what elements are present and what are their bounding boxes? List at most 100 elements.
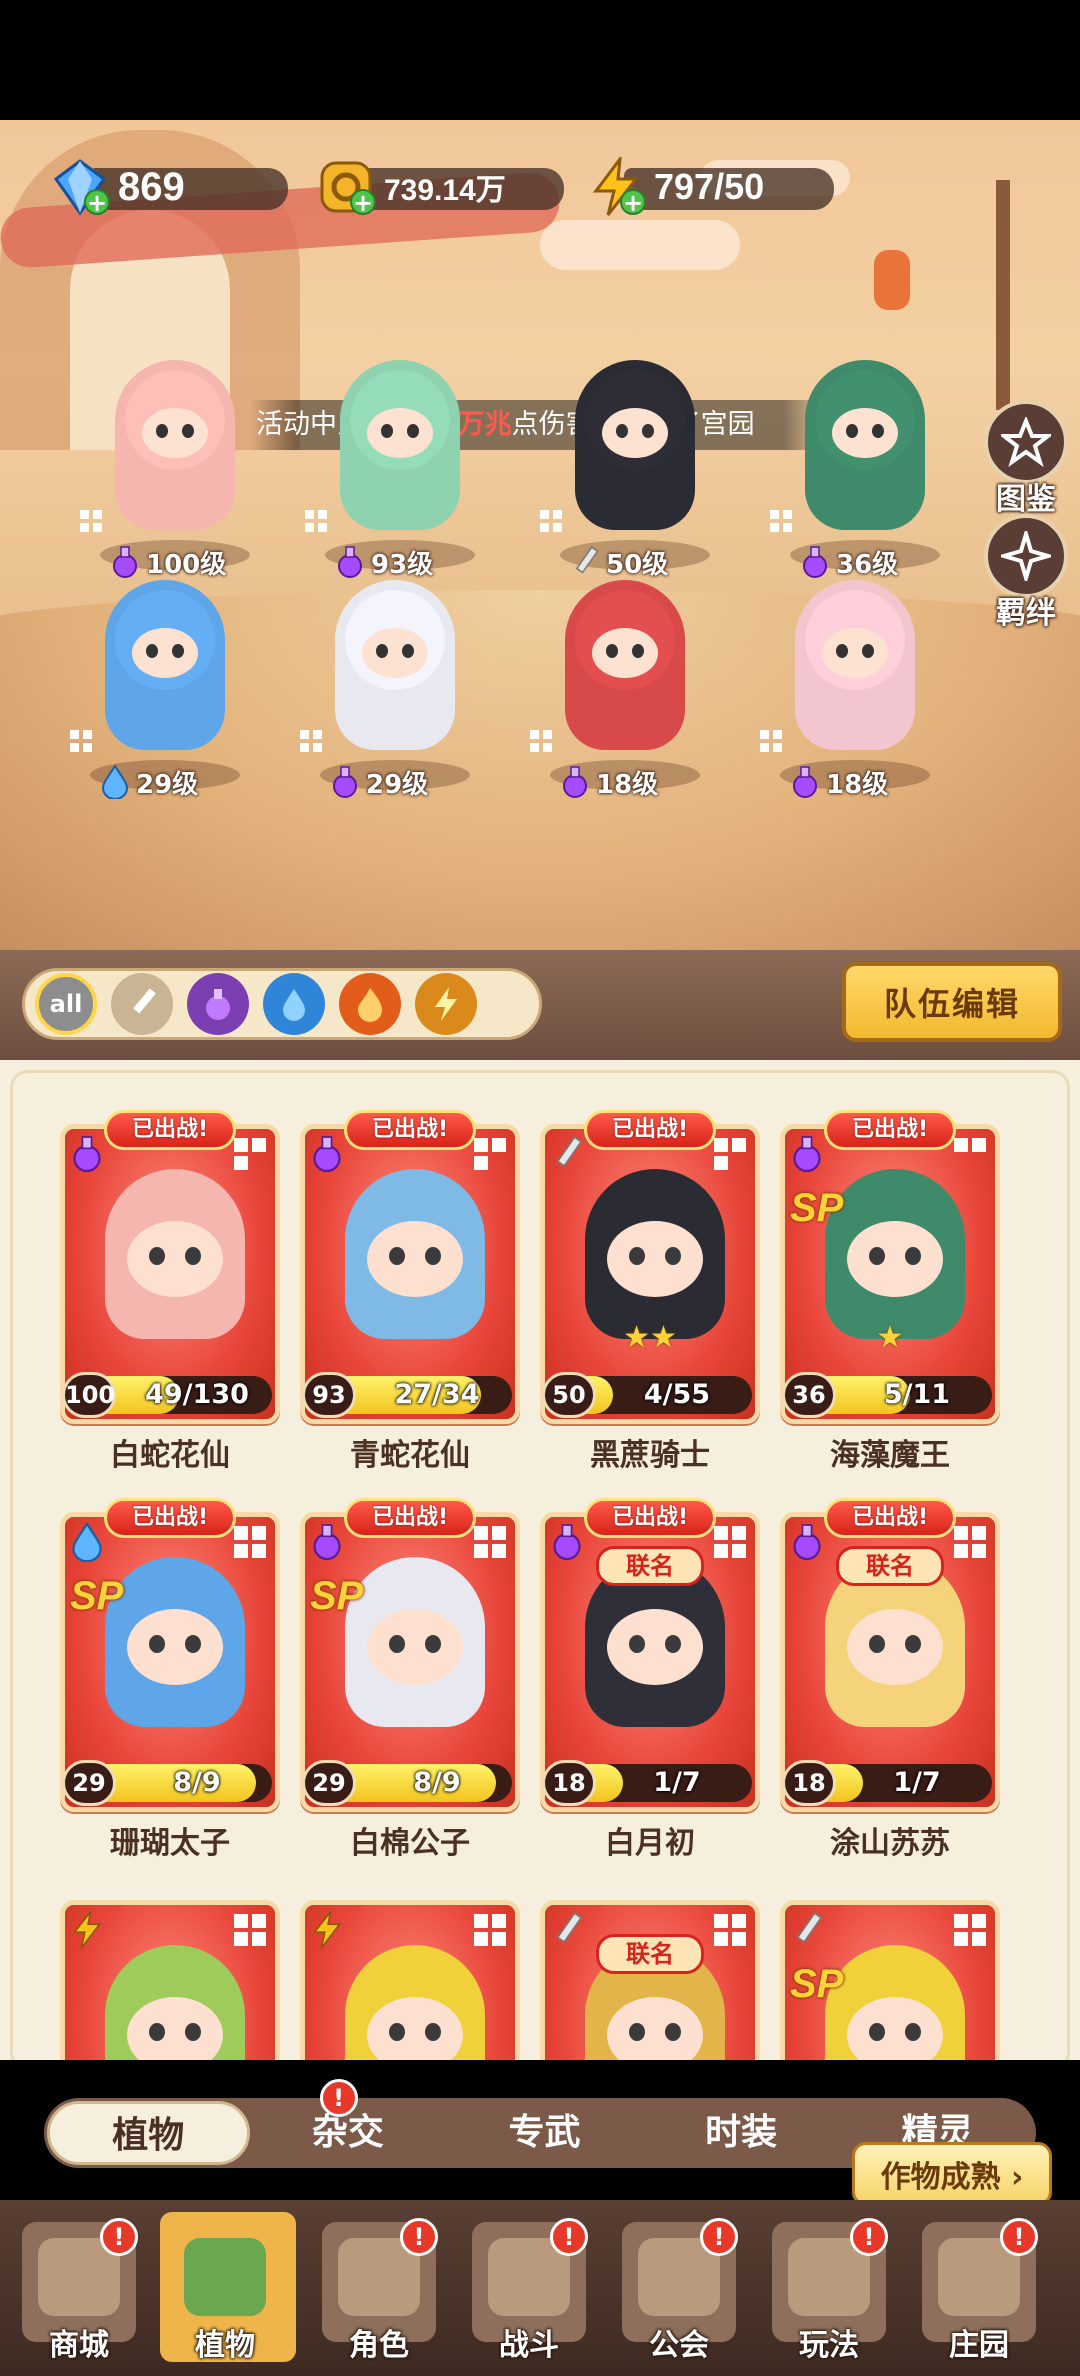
alert-badge-icon: !: [700, 2218, 738, 2256]
plant-level: 29: [62, 1760, 116, 1806]
thunder-element-icon: [70, 1910, 104, 1950]
plant-card[interactable]: 已出战! 49/130 100 白蛇花仙: [60, 1110, 280, 1473]
hero-face: [132, 628, 198, 678]
hero-level-text: 29级: [366, 769, 429, 800]
field-hero[interactable]: 100级: [70, 360, 270, 580]
add-energy-icon[interactable]: +: [620, 189, 646, 215]
field-hero[interactable]: 29级: [290, 580, 490, 800]
plant-card[interactable]: [60, 1900, 280, 2060]
filter-sword[interactable]: [111, 973, 173, 1035]
purple-element-icon: [560, 765, 590, 799]
plant-level: 29: [302, 1760, 356, 1806]
plant-name: 涂山苏苏: [830, 1826, 950, 1861]
team-edit-button[interactable]: 队伍编辑: [842, 962, 1062, 1042]
water-element-icon: [100, 764, 130, 800]
field-hero[interactable]: 29级: [60, 580, 260, 800]
plant-card[interactable]: [300, 1900, 520, 2060]
hero-eye: [846, 424, 858, 438]
nav-item[interactable]: 公会 !: [614, 2212, 744, 2372]
purple-element-icon: [310, 1522, 344, 1562]
field-hero[interactable]: 50级: [530, 360, 730, 580]
field-hero[interactable]: 36级: [760, 360, 960, 580]
hero-eye: [182, 424, 194, 438]
alert-badge-icon: !: [319, 2079, 358, 2117]
alert-badge-icon: !: [100, 2218, 138, 2256]
alert-badge-icon: !: [400, 2218, 438, 2256]
hero-face: [592, 628, 658, 678]
plant-eye: [869, 1635, 885, 1653]
plant-eye: [389, 1247, 405, 1265]
add-coin-icon[interactable]: +: [350, 189, 376, 215]
field-hero[interactable]: 18级: [520, 580, 720, 800]
plant-card[interactable]: 已出战! SP ★ 5/11 36 海藻魔王: [780, 1110, 1000, 1473]
status-bar: [0, 0, 1080, 120]
nav-item[interactable]: 角色 !: [314, 2212, 444, 2372]
nav-item[interactable]: 商城 !: [14, 2212, 144, 2372]
hero-level-text: 18级: [596, 769, 659, 800]
formation-grid-icon: [540, 510, 562, 532]
plant-card[interactable]: 已出战! 联名 1/7 18 白月初: [540, 1498, 760, 1861]
hero-eye: [376, 644, 388, 658]
tab-hybrid[interactable]: 杂交 !: [250, 2079, 447, 2165]
energy-resource[interactable]: + 797/50: [584, 157, 834, 216]
hero-level: 18级: [560, 764, 658, 800]
tab-costume[interactable]: 时装: [643, 2101, 840, 2165]
field-hero[interactable]: 93级: [295, 360, 495, 580]
formation-grid-icon: [305, 510, 327, 532]
coin-resource[interactable]: + 739.14万: [314, 158, 564, 216]
diamond-resource[interactable]: + 869: [48, 158, 288, 216]
hero-level-text: 36级: [836, 549, 899, 580]
nav-illustration-icon: [184, 2238, 266, 2316]
plant-card[interactable]: 联名: [540, 1900, 760, 2060]
tab-exclusive-weapon[interactable]: 专武: [446, 2101, 643, 2165]
filter-thunder[interactable]: [415, 973, 477, 1035]
shard-progress: 8/9: [413, 1767, 461, 1798]
nav-item[interactable]: 战斗 !: [464, 2212, 594, 2372]
formation-grid-icon: [234, 1914, 266, 1946]
plant-card[interactable]: 已出战! 联名 1/7 18 涂山苏苏: [780, 1498, 1000, 1861]
plant-card[interactable]: 已出战! SP 8/9 29 珊瑚太子: [60, 1498, 280, 1861]
formation-grid-icon: [530, 730, 552, 752]
deployed-tag: 已出战!: [824, 1498, 956, 1538]
tab-plants[interactable]: 植物: [47, 2101, 250, 2165]
deployed-tag: 已出战!: [104, 1498, 236, 1538]
nav-label: 商城: [49, 2328, 109, 2363]
plant-card[interactable]: 已出战! SP 8/9 29 白棉公子: [300, 1498, 520, 1861]
plant-level: 50: [542, 1372, 596, 1418]
crop-ready-button[interactable]: 作物成熟 ›: [852, 2142, 1052, 2206]
star-rating: ★: [876, 1320, 904, 1355]
hero-level: 50级: [570, 544, 668, 580]
plant-face: [847, 1221, 943, 1297]
shard-progress: 8/9: [173, 1767, 221, 1798]
plant-card[interactable]: 已出战! ★★ 4/55 50 黑蔗骑士: [540, 1110, 760, 1473]
add-diamond-icon[interactable]: +: [84, 189, 110, 215]
plant-level: 93: [302, 1372, 356, 1418]
bond-button[interactable]: 羁绊: [978, 514, 1074, 632]
nav-label: 庄园: [949, 2328, 1009, 2363]
plant-eye: [665, 2023, 681, 2041]
lamp-post: [996, 180, 1010, 410]
sp-badge: SP: [310, 1574, 364, 1618]
filter-poison[interactable]: [187, 973, 249, 1035]
atlas-button[interactable]: 图鉴: [978, 400, 1074, 518]
plant-card[interactable]: 已出战! 27/34 93 青蛇花仙: [300, 1110, 520, 1473]
plant-card-panel[interactable]: 已出战! 49/130 100 白蛇花仙 已出战! 27/34 93 青蛇花仙 已出…: [0, 1060, 1080, 2060]
plant-card[interactable]: SP: [780, 1900, 1000, 2060]
nav-label: 植物: [195, 2328, 255, 2363]
nav-item[interactable]: 植物: [160, 2212, 296, 2372]
hero-eye: [172, 644, 184, 658]
nav-item[interactable]: 庄园 !: [914, 2212, 1044, 2372]
thunder-element-icon: [310, 1910, 344, 1950]
plant-level: 18: [782, 1760, 836, 1806]
formation-grid-icon: [300, 730, 322, 752]
purple-element-icon: [310, 1134, 344, 1174]
field-hero[interactable]: 18级: [750, 580, 950, 800]
filter-fire[interactable]: [339, 973, 401, 1035]
nav-item[interactable]: 玩法 !: [764, 2212, 894, 2372]
hero-eye: [146, 644, 158, 658]
hero-eye: [642, 424, 654, 438]
hero-level: 93级: [335, 544, 433, 580]
filter-water[interactable]: [263, 973, 325, 1035]
filter-all[interactable]: all: [35, 973, 97, 1035]
hero-eye: [606, 644, 618, 658]
